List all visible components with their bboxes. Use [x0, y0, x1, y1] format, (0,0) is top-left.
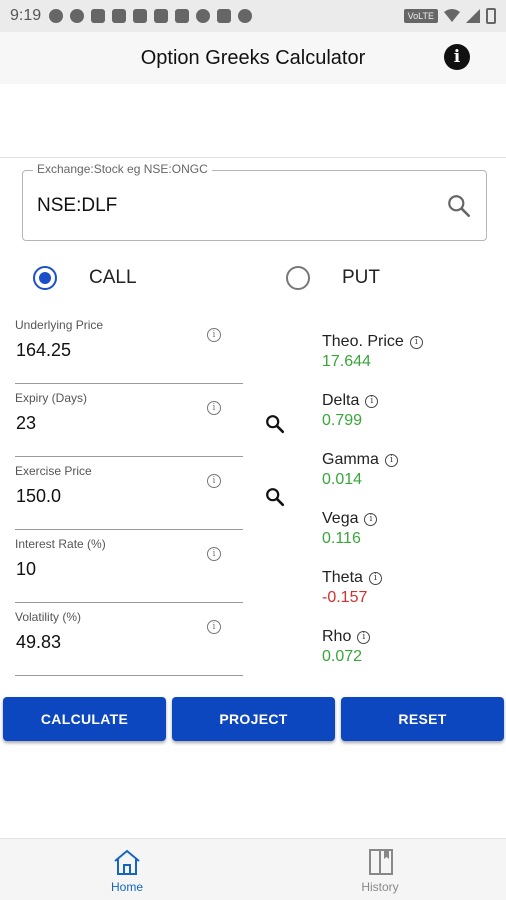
radio-call-circle[interactable] — [33, 266, 57, 290]
expiry-days-input[interactable]: 23 — [16, 413, 36, 434]
vega-label: Vega — [322, 510, 359, 527]
notification-icons — [49, 9, 253, 23]
underlying-price-field[interactable]: Underlying Price 164.25 i — [15, 318, 243, 384]
rho-label: Rho — [322, 628, 352, 645]
result-gamma: Gamma i 0.014 — [322, 451, 398, 489]
page-title: Option Greeks Calculator — [140, 46, 366, 69]
calendar-icon — [133, 9, 148, 23]
app-icon — [217, 9, 232, 23]
gamma-value: 0.014 — [322, 471, 363, 488]
status-bar: 9:19 VoLTE — [0, 0, 506, 32]
home-icon — [114, 849, 140, 875]
result-delta: Delta i 0.799 — [322, 392, 379, 430]
delta-value: 0.799 — [322, 412, 363, 429]
exchange-input[interactable]: NSE:DLF — [37, 195, 117, 217]
signal-icon — [466, 9, 480, 23]
theo-price-value: 17.644 — [322, 353, 371, 370]
bottom-navigation: Home History — [0, 838, 506, 900]
expiry-search-icon[interactable] — [264, 413, 286, 435]
theta-value: -0.157 — [322, 589, 368, 606]
settings-icon — [238, 9, 253, 23]
volatility-label: Volatility (%) — [15, 610, 82, 624]
search-icon[interactable] — [446, 193, 472, 219]
radio-call[interactable]: CALL — [33, 266, 137, 290]
info-icon[interactable]: i — [444, 44, 470, 70]
result-theo-price: Theo. Price i 17.644 — [322, 333, 423, 371]
expiry-days-label: Expiry (Days) — [15, 391, 88, 405]
volte-badge: VoLTE — [403, 9, 438, 23]
radio-put-circle[interactable] — [286, 266, 310, 290]
radio-call-label: CALL — [89, 267, 137, 288]
expiry-days-field[interactable]: Expiry (Days) 23 i — [15, 391, 243, 457]
info-icon[interactable]: i — [409, 335, 423, 349]
exercise-price-search-icon[interactable] — [264, 486, 286, 508]
result-vega: Vega i 0.116 — [322, 510, 378, 548]
info-icon[interactable]: i — [364, 512, 378, 526]
exchange-field-label: Exchange:Stock eg NSE:ONGC — [33, 162, 212, 176]
result-rho: Rho i 0.072 — [322, 628, 371, 666]
project-button[interactable]: PROJECT — [172, 697, 335, 741]
exercise-price-field[interactable]: Exercise Price 150.0 i — [15, 464, 243, 530]
info-icon[interactable]: i — [207, 547, 221, 561]
nav-item-history[interactable]: History — [335, 847, 425, 894]
exercise-price-input[interactable]: 150.0 — [16, 486, 61, 507]
battery-icon — [486, 8, 496, 24]
radio-put[interactable]: PUT — [286, 266, 380, 290]
history-book-icon — [369, 849, 393, 875]
radio-put-label: PUT — [342, 267, 380, 288]
calendar-icon — [91, 9, 106, 23]
info-icon[interactable]: i — [357, 630, 371, 644]
info-icon[interactable]: i — [365, 394, 379, 408]
info-icon[interactable]: i — [384, 453, 398, 467]
vega-value: 0.116 — [322, 530, 361, 547]
app-bar: Option Greeks Calculator i — [0, 32, 506, 84]
info-icon[interactable]: i — [368, 571, 382, 585]
whatsapp-icon — [49, 9, 64, 23]
nav-home-label: Home — [110, 880, 143, 894]
interest-rate-field[interactable]: Interest Rate (%) 10 i — [15, 537, 243, 603]
underlying-price-label: Underlying Price — [15, 318, 104, 332]
info-icon[interactable]: i — [207, 401, 221, 415]
divider — [0, 157, 506, 158]
interest-rate-input[interactable]: 10 — [16, 559, 36, 580]
system-icons: VoLTE — [403, 8, 496, 24]
delta-label: Delta — [322, 392, 360, 409]
nav-item-home[interactable]: Home — [82, 847, 172, 894]
info-icon[interactable]: i — [207, 474, 221, 488]
underlying-price-input[interactable]: 164.25 — [16, 340, 71, 361]
interest-rate-label: Interest Rate (%) — [15, 537, 106, 551]
info-icon[interactable]: i — [207, 328, 221, 342]
calendar-icon — [112, 9, 127, 23]
theo-price-label: Theo. Price — [322, 333, 404, 350]
result-theta: Theta i -0.157 — [322, 569, 382, 607]
reset-button[interactable]: RESET — [341, 697, 504, 741]
gmail-icon — [175, 9, 190, 23]
status-time: 9:19 — [10, 7, 42, 24]
info-icon[interactable]: i — [207, 620, 221, 634]
youtube-icon — [154, 9, 169, 23]
volatility-input[interactable]: 49.83 — [16, 632, 61, 653]
wifi-icon — [444, 9, 460, 22]
theta-label: Theta — [322, 569, 363, 586]
gamma-label: Gamma — [322, 451, 379, 468]
exchange-stock-field[interactable]: Exchange:Stock eg NSE:ONGC NSE:DLF — [22, 162, 487, 241]
exercise-price-label: Exercise Price — [15, 464, 92, 478]
chat-icon — [70, 9, 85, 23]
calculate-button[interactable]: CALCULATE — [3, 697, 166, 741]
rho-value: 0.072 — [322, 648, 363, 665]
nav-history-label: History — [361, 880, 399, 894]
volatility-field[interactable]: Volatility (%) 49.83 i — [15, 610, 243, 676]
heart-icon — [196, 9, 211, 23]
